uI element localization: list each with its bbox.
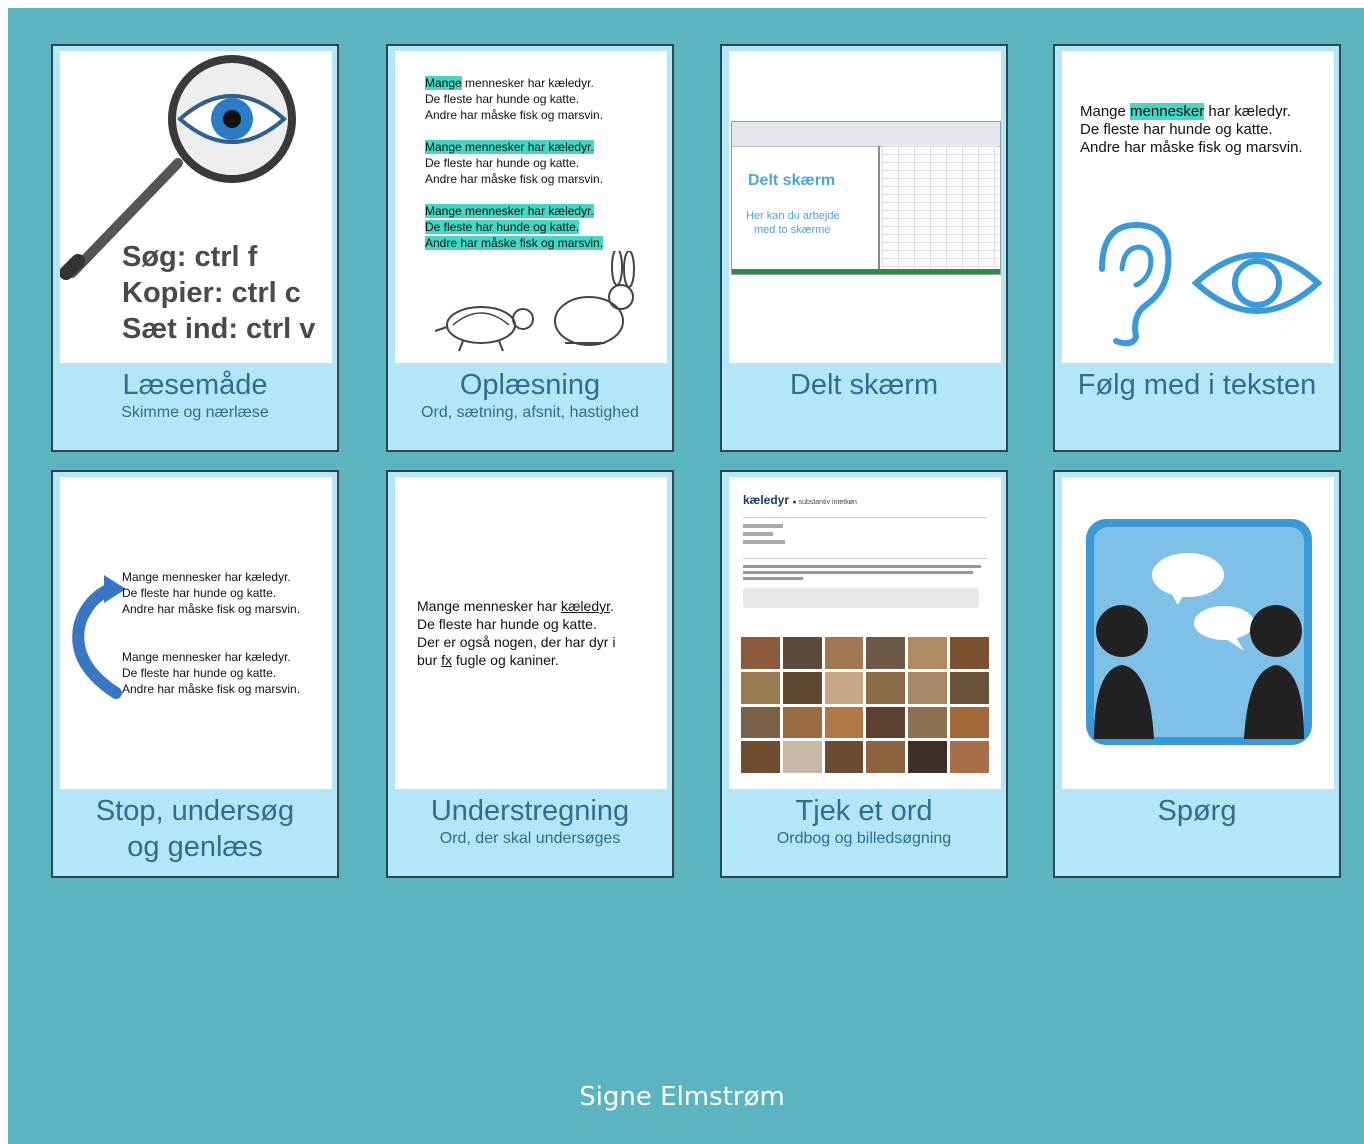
image-grid xyxy=(741,637,989,773)
split-heading: Delt skærm xyxy=(748,172,836,189)
card-art xyxy=(1062,477,1334,789)
eye-icon xyxy=(1191,252,1323,314)
card-subtitle: Ord, der skal undersøges xyxy=(439,830,621,847)
card-art: kæledyr ● substantiv intetkøn xyxy=(729,477,1001,789)
card-art: Søg: ctrl f Kopier: ctrl c Sæt ind: ctrl… xyxy=(60,51,332,363)
card-tjek-et-ord[interactable]: kæledyr ● substantiv intetkøn Tjek et or… xyxy=(720,470,1008,878)
stop-text: Mange mennesker har kæledyr. De fleste h… xyxy=(122,650,301,696)
card-art: Mange mennesker har kæledyr. De fleste h… xyxy=(395,51,667,363)
split-text: med to skærme xyxy=(754,224,831,236)
rabbit-icon xyxy=(554,251,635,346)
card-subtitle: Ord, sætning, afsnit, hastighed xyxy=(421,404,639,421)
conversation-icon xyxy=(1086,519,1312,745)
dictionary-entry xyxy=(743,513,987,621)
card-title: Følg med i teksten xyxy=(1077,369,1317,401)
card-laesemaade[interactable]: Søg: ctrl f Kopier: ctrl c Sæt ind: ctrl… xyxy=(51,44,339,452)
curved-arrow-icon xyxy=(72,575,126,699)
follow-text: Mange mennesker har kæledyr. De fleste h… xyxy=(1080,103,1303,156)
card-delt-skaerm[interactable]: Delt skærm Her kan du arbejde med to skæ… xyxy=(720,44,1008,452)
stop-text: Mange mennesker har kæledyr. De fleste h… xyxy=(122,570,301,616)
card-title: Oplæsning xyxy=(459,369,601,401)
toolbar xyxy=(732,122,1000,147)
author-name: Signe Elmstrøm xyxy=(579,1082,785,1112)
card-understregning[interactable]: Mange mennesker har kæledyr. De fleste h… xyxy=(386,470,674,878)
card-subtitle: Skimme og nærlæse xyxy=(121,404,269,421)
card-subtitle: Ordbog og billedsøgning xyxy=(776,830,952,847)
dictionary-word: kæledyr ● substantiv intetkøn xyxy=(743,493,857,507)
card-title: Spørg xyxy=(1157,795,1237,827)
shortcut-line: Søg: ctrl f xyxy=(122,241,258,273)
sample-text: Mange mennesker har kæledyr. De fleste h… xyxy=(425,76,604,122)
turtle-icon xyxy=(434,306,534,352)
split-screen-image: Delt skærm Her kan du arbejde med to skæ… xyxy=(731,121,1001,275)
card-title: Tjek et ord xyxy=(795,795,933,827)
card-art: Mange mennesker har kæledyr. De fleste h… xyxy=(395,477,667,789)
card-title: Understregning xyxy=(430,795,630,827)
ear-icon xyxy=(1099,221,1172,347)
sample-text: Mange mennesker har kæledyr. De fleste h… xyxy=(425,140,604,186)
sample-text: Mange mennesker har kæledyr. De fleste h… xyxy=(425,204,604,250)
card-oplaesning[interactable]: Mange mennesker har kæledyr. De fleste h… xyxy=(386,44,674,452)
divider xyxy=(878,146,880,274)
card-title: Stop, undersøg xyxy=(95,795,295,827)
card-foelg-med[interactable]: Mange mennesker har kæledyr. De fleste h… xyxy=(1053,44,1341,452)
card-title: Læsemåde xyxy=(122,369,268,401)
card-spoerg[interactable]: Spørg xyxy=(1053,470,1341,878)
card-title: Delt skærm xyxy=(789,369,939,401)
split-text: Her kan du arbejde xyxy=(746,210,840,222)
shortcut-line: Kopier: ctrl c xyxy=(122,277,301,309)
board: Søg: ctrl f Kopier: ctrl c Sæt ind: ctrl… xyxy=(8,8,1364,1144)
card-art: Mange mennesker har kæledyr. De fleste h… xyxy=(60,477,332,789)
statusbar xyxy=(732,269,1000,274)
card-art: Delt skærm Her kan du arbejde med to skæ… xyxy=(729,51,1001,363)
sheet-grid xyxy=(882,146,998,268)
card-title-line2: og genlæs xyxy=(127,831,263,863)
underline-text: Mange mennesker har kæledyr. De fleste h… xyxy=(417,598,616,668)
card-stop-undersoeg[interactable]: Mange mennesker har kæledyr. De fleste h… xyxy=(51,470,339,878)
card-art: Mange mennesker har kæledyr. De fleste h… xyxy=(1062,51,1334,363)
shortcut-line: Sæt ind: ctrl v xyxy=(122,313,316,345)
